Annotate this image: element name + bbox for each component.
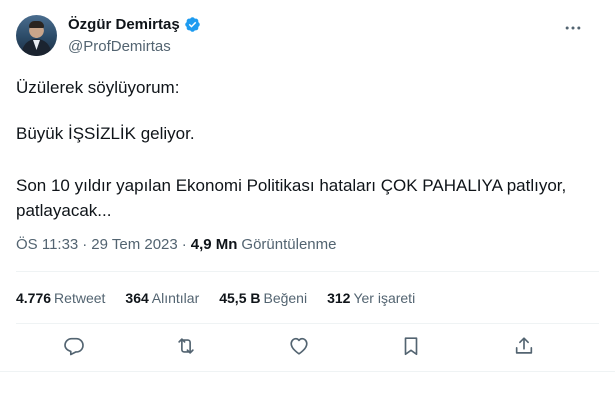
author-handle[interactable]: @ProfDemirtas bbox=[68, 38, 171, 55]
reply-button[interactable] bbox=[63, 335, 87, 359]
bookmarks-label: Yer işareti bbox=[353, 290, 416, 306]
likes-count: 45,5 B bbox=[219, 290, 261, 306]
tweet-text-line: Son 10 yıldır yapılan Ekonomi Politikası… bbox=[16, 176, 567, 195]
engagement-stats: 4.776 Retweet 364 Alıntılar 45,5 B Beğeni 3… bbox=[16, 290, 435, 306]
reply-icon bbox=[64, 337, 84, 356]
quotes-label: Alıntılar bbox=[151, 290, 200, 306]
like-icon bbox=[290, 337, 308, 355]
tweet-time[interactable]: ÖS 11:33 bbox=[16, 236, 78, 253]
bookmarks-stat[interactable]: 312 Yer işareti bbox=[327, 290, 415, 306]
tweet-text-line: patlayacak... bbox=[16, 201, 112, 220]
bookmarks-count: 312 bbox=[327, 290, 351, 306]
verified-badge-icon bbox=[184, 16, 201, 33]
like-button[interactable] bbox=[288, 335, 312, 359]
retweet-button[interactable] bbox=[175, 335, 199, 359]
likes-label: Beğeni bbox=[263, 290, 308, 306]
retweets-count: 4.776 bbox=[16, 290, 52, 306]
author-display-name[interactable]: Özgür Demirtaş bbox=[68, 16, 180, 33]
divider bbox=[16, 323, 599, 324]
avatar[interactable] bbox=[16, 15, 57, 56]
likes-stat[interactable]: 45,5 B Beğeni bbox=[219, 290, 307, 306]
tweet-date[interactable]: 29 Tem 2023 bbox=[91, 236, 177, 253]
tweet-meta: ÖS 11:33 · 29 Tem 2023 · 4,9 Mn Görüntül… bbox=[16, 236, 336, 253]
retweet-icon bbox=[178, 338, 194, 354]
tweet-text-line: Üzülerek söylüyorum: bbox=[16, 78, 180, 97]
divider bbox=[0, 371, 615, 372]
share-icon bbox=[515, 337, 533, 354]
share-button[interactable] bbox=[513, 335, 537, 359]
divider bbox=[16, 271, 599, 272]
views-count: 4,9 Mn bbox=[190, 236, 238, 253]
quotes-count: 364 bbox=[125, 290, 149, 306]
quotes-stat[interactable]: 364 Alıntılar bbox=[125, 290, 199, 306]
tweet-detail: Özgür Demirtaş @ProfDemirtas Üzülerek sö… bbox=[0, 0, 615, 400]
bookmark-icon bbox=[404, 337, 418, 356]
separator-dot: · bbox=[82, 236, 88, 253]
retweets-stat[interactable]: 4.776 Retweet bbox=[16, 290, 105, 306]
retweets-label: Retweet bbox=[54, 290, 106, 306]
more-options-icon[interactable] bbox=[563, 18, 583, 38]
separator-dot: · bbox=[181, 236, 187, 253]
author-name-row: Özgür Demirtaş bbox=[68, 16, 201, 33]
bookmark-button[interactable] bbox=[400, 335, 424, 359]
views-label: Görüntülenme bbox=[241, 236, 337, 253]
tweet-text-line: Büyük İŞSİZLİK geliyor. bbox=[16, 124, 195, 143]
